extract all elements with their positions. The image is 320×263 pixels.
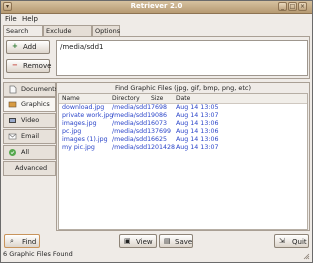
- find-button[interactable]: ⌕ Find: [4, 234, 40, 248]
- maximize-icon: □: [289, 3, 296, 10]
- table-header: Name Directory Size Date: [59, 94, 307, 104]
- sidebar-item-documents[interactable]: Documents: [3, 82, 59, 97]
- results-panel: Find Graphic Files (jpg, gif, bmp, png, …: [56, 82, 310, 231]
- file-size: 6625: [151, 136, 168, 143]
- save-icon: ▤: [164, 237, 171, 245]
- save-button-label: Save: [175, 238, 193, 246]
- file-directory: /media/sdd1: [112, 144, 152, 151]
- sidebar-item-graphics[interactable]: Graphics: [3, 97, 56, 112]
- add-button[interactable]: + Add: [6, 40, 50, 54]
- search-path-list[interactable]: /media/sdd1: [56, 40, 308, 76]
- table-row[interactable]: images (1).jpg /media/sdd1 6625 Aug 14 1…: [59, 136, 307, 144]
- file-name: pc.jpg: [62, 128, 82, 135]
- tab-exclude-paths[interactable]: Exclude paths: [43, 25, 92, 46]
- file-date: Aug 14 13:06: [176, 136, 219, 143]
- file-date: Aug 14 13:07: [176, 112, 219, 119]
- view-button-label: View: [136, 238, 153, 246]
- video-icon: [8, 116, 17, 125]
- file-date: Aug 14 13:07: [176, 144, 219, 151]
- sidebar-item-advanced[interactable]: Advanced: [3, 161, 56, 176]
- file-date: Aug 14 13:06: [176, 128, 219, 135]
- results-title: Find Graphic Files (jpg, gif, bmp, png, …: [114, 84, 252, 92]
- minimize-button[interactable]: _: [278, 2, 287, 11]
- status-bar-text: 6 Graphic Files Found: [3, 250, 73, 258]
- table-row[interactable]: my pic.jpg /media/sdd1 201428 Aug 14 13:…: [59, 144, 307, 152]
- sidebar-item-email[interactable]: Email: [3, 129, 56, 144]
- maximize-button[interactable]: □: [288, 2, 297, 11]
- file-size: 6073: [151, 120, 168, 127]
- file-name: download.jpg: [62, 104, 105, 111]
- file-date: Aug 14 13:06: [176, 120, 219, 127]
- column-directory[interactable]: Directory: [112, 95, 140, 102]
- remove-icon: −: [12, 61, 18, 69]
- file-directory: /media/sdd1: [112, 128, 152, 135]
- menu-file[interactable]: File: [5, 15, 17, 23]
- find-icon: ⌕: [10, 237, 14, 245]
- menu-help[interactable]: Help: [22, 15, 38, 23]
- file-name: private work.jpg: [62, 112, 114, 119]
- file-size: 7698: [151, 104, 168, 111]
- remove-button-label: Remove: [23, 62, 52, 70]
- view-icon: ▣: [124, 237, 131, 245]
- file-name: my pic.jpg: [62, 144, 95, 151]
- column-date[interactable]: Date: [176, 95, 190, 102]
- email-icon: [8, 132, 17, 141]
- remove-button[interactable]: − Remove: [6, 59, 52, 73]
- resize-grip-icon[interactable]: [302, 252, 310, 260]
- file-directory: /media/sdd1: [112, 136, 152, 143]
- category-sidebar: Documents Graphics Video Email All Advan…: [3, 82, 59, 176]
- table-row[interactable]: images.jpg /media/sdd1 6073 Aug 14 13:06: [59, 120, 307, 128]
- sidebar-item-all[interactable]: All: [3, 145, 56, 160]
- retriever-window: Retriever 2.0 ▾ _ □ × File Help Search p…: [0, 0, 313, 263]
- close-icon: ×: [299, 3, 306, 10]
- results-table: Name Directory Size Date download.jpg /m…: [58, 93, 308, 230]
- file-name: images (1).jpg: [62, 136, 108, 143]
- image-icon: [8, 100, 17, 109]
- menu-bar: File Help: [1, 14, 312, 24]
- add-button-label: Add: [23, 43, 37, 51]
- table-row[interactable]: pc.jpg /media/sdd1 37699 Aug 14 13:06: [59, 128, 307, 136]
- quit-button-label: Quit: [292, 238, 307, 246]
- file-name: images.jpg: [62, 120, 97, 127]
- sidebar-item-label: Email: [21, 132, 40, 140]
- quit-button[interactable]: ⇲ Quit: [274, 234, 309, 248]
- view-button[interactable]: ▣ View: [119, 234, 157, 248]
- file-size: 37699: [151, 128, 172, 135]
- sidebar-item-video[interactable]: Video: [3, 113, 56, 128]
- sidebar-item-label: All: [21, 148, 30, 156]
- add-icon: +: [12, 42, 18, 50]
- tab-options[interactable]: Options: [92, 25, 120, 36]
- window-menu-icon: ▾: [5, 3, 9, 10]
- window-title: Retriever 2.0: [130, 2, 183, 10]
- table-row[interactable]: private work.jpg /media/sdd1 9086 Aug 14…: [59, 112, 307, 120]
- document-icon: [8, 85, 17, 94]
- file-size: 9086: [151, 112, 168, 119]
- file-directory: /media/sdd1: [112, 112, 152, 119]
- window-menu-button[interactable]: ▾: [3, 2, 12, 11]
- file-date: Aug 14 13:05: [176, 104, 219, 111]
- column-size[interactable]: Size: [151, 95, 163, 102]
- table-row[interactable]: download.jpg /media/sdd1 7698 Aug 14 13:…: [59, 104, 307, 112]
- close-button[interactable]: ×: [298, 2, 307, 11]
- file-directory: /media/sdd1: [112, 120, 152, 127]
- path-item[interactable]: /media/sdd1: [60, 43, 104, 51]
- file-size: 201428: [151, 144, 176, 151]
- title-bar: Retriever 2.0 ▾ _ □ ×: [1, 1, 312, 14]
- sidebar-item-label: Video: [21, 116, 40, 124]
- quit-icon: ⇲: [279, 237, 285, 245]
- all-files-icon: [8, 148, 17, 157]
- find-button-label: Find: [22, 238, 37, 246]
- file-directory: /media/sdd1: [112, 104, 152, 111]
- sidebar-item-label: Advanced: [15, 164, 48, 172]
- sidebar-item-label: Documents: [21, 85, 59, 93]
- column-name[interactable]: Name: [62, 95, 80, 102]
- minimize-icon: _: [281, 3, 284, 10]
- sidebar-item-label: Graphics: [21, 100, 50, 108]
- save-button[interactable]: ▤ Save: [159, 234, 193, 248]
